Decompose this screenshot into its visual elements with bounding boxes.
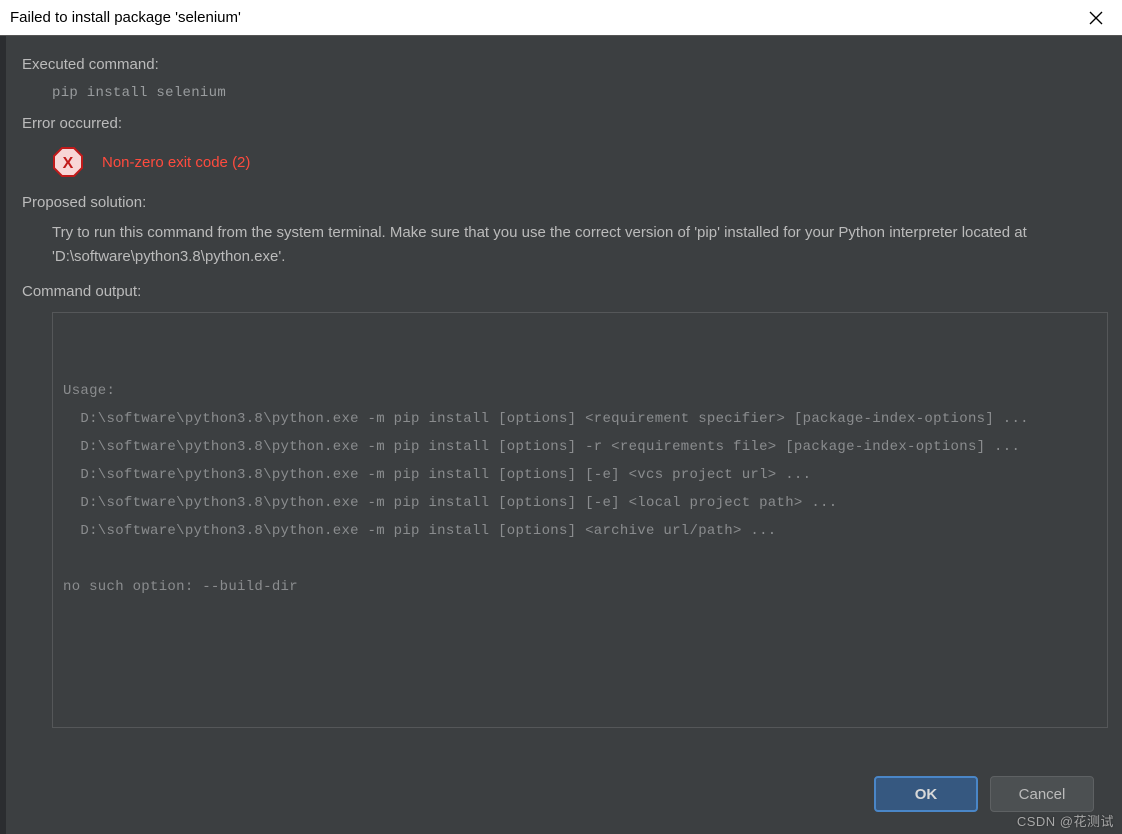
error-occurred-label: Error occurred: — [22, 115, 1106, 132]
proposed-solution-text: Try to run this command from the system … — [52, 221, 1106, 269]
error-badge-icon: X — [52, 146, 84, 178]
command-output-box[interactable]: Usage: D:\software\python3.8\python.exe … — [52, 312, 1108, 728]
button-row: OK Cancel — [6, 768, 1122, 834]
close-button[interactable] — [1078, 0, 1114, 36]
proposed-solution-label: Proposed solution: — [22, 194, 1106, 211]
titlebar: Failed to install package 'selenium' — [0, 0, 1122, 36]
window-title: Failed to install package 'selenium' — [10, 9, 1078, 26]
executed-command-label: Executed command: — [22, 56, 1106, 73]
dialog-content: Executed command: pip install selenium E… — [6, 36, 1122, 768]
error-message: Non-zero exit code (2) — [102, 154, 250, 171]
command-output-label: Command output: — [22, 283, 1106, 300]
ok-button[interactable]: OK — [874, 776, 978, 812]
error-row: X Non-zero exit code (2) — [52, 146, 1106, 178]
svg-text:X: X — [63, 155, 74, 172]
executed-command-text: pip install selenium — [52, 85, 1106, 101]
close-icon — [1089, 11, 1103, 25]
cancel-button[interactable]: Cancel — [990, 776, 1094, 812]
